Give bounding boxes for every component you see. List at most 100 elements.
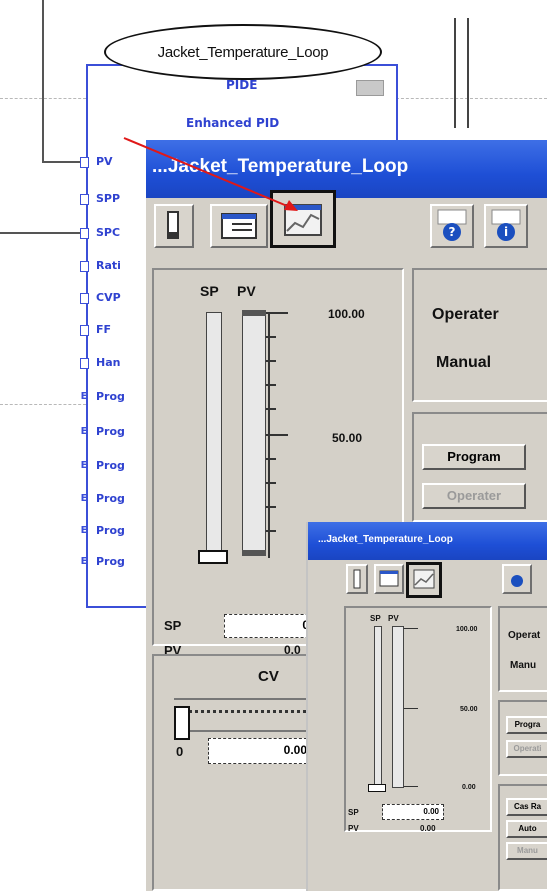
- output-pin-icon[interactable]: E: [80, 557, 88, 567]
- window-list-tab-button[interactable]: [210, 204, 268, 248]
- trend-chart-icon: [284, 204, 322, 236]
- pin-label: Prog: [96, 390, 125, 403]
- small-sp-value-field[interactable]: 0.00: [382, 804, 444, 820]
- scale-mid-label: 50.00: [332, 431, 363, 445]
- operator-button[interactable]: Operater: [422, 483, 526, 509]
- faceplate-title: ...Jacket_Temperature_Loop: [152, 156, 409, 177]
- auto-button[interactable]: Auto: [506, 820, 547, 838]
- scale-tick: [266, 506, 276, 508]
- rung-wire-vertical: [42, 0, 44, 162]
- grid-dash: [0, 98, 86, 99]
- trend-chart-icon: [413, 569, 435, 589]
- ladder-rail: [467, 18, 469, 128]
- svg-text:i: i: [504, 225, 508, 239]
- small-mode-panel: [498, 606, 547, 692]
- small-scale-tick: [404, 786, 418, 787]
- pin-label: Prog: [96, 555, 125, 568]
- small-scale-tick: [404, 708, 418, 709]
- help-button[interactable]: ?: [430, 204, 474, 248]
- spc-input-wire: [0, 232, 82, 234]
- info-button[interactable]: i: [484, 204, 528, 248]
- tag-name-oval[interactable]: Jacket_Temperature_Loop: [104, 24, 382, 80]
- pin-label: Prog: [96, 492, 125, 505]
- sp-slider-handle[interactable]: [198, 550, 228, 564]
- rung-wire-horizontal: [42, 161, 82, 163]
- small-scale-min: 0.00: [462, 784, 476, 791]
- info-icon: i: [491, 209, 521, 241]
- cv-value-field[interactable]: 0.00: [208, 738, 312, 764]
- pv-bar-bottom: [242, 550, 266, 556]
- small-help-button[interactable]: [502, 564, 532, 594]
- output-pin-icon[interactable]: E: [80, 427, 88, 437]
- small-trend-tab-button[interactable]: [406, 562, 442, 598]
- pin-label: Prog: [96, 524, 125, 537]
- pin-label: FF: [96, 323, 112, 336]
- mode-panel: [412, 268, 547, 402]
- small-sp-bar: [374, 626, 382, 786]
- scale-max-label: 100.00: [328, 307, 365, 321]
- small-scale-tick: [404, 628, 418, 629]
- small-pv-bar: [392, 626, 404, 788]
- scale-tick: [266, 336, 276, 338]
- pin-label: PV: [96, 155, 113, 168]
- pin-connector[interactable]: [80, 194, 89, 205]
- output-pin-icon[interactable]: E: [80, 392, 88, 402]
- small-mode-line-1: Operat: [508, 630, 541, 641]
- small-mode-line-2: Manu: [510, 660, 537, 671]
- small-sp-slider-handle[interactable]: [368, 784, 386, 792]
- pin-connector[interactable]: [80, 261, 89, 272]
- scale-tick: [266, 530, 276, 532]
- faceplate-launch-button[interactable]: [356, 80, 384, 96]
- window-list-icon: [221, 213, 257, 239]
- program-button[interactable]: Program: [422, 444, 526, 470]
- cas-ratio-button[interactable]: Cas Ra: [506, 798, 547, 816]
- cv-zero-label: 0: [176, 744, 184, 759]
- small-scale-max: 100.00: [456, 626, 478, 633]
- faceplate-titlebar[interactable]: ...Jacket_Temperature_Loop: [146, 140, 547, 198]
- pin-label: Prog: [96, 459, 125, 472]
- grid-dash: [0, 404, 86, 405]
- block-description: Enhanced PID: [186, 116, 280, 130]
- manual-button[interactable]: Manu: [506, 842, 547, 860]
- small-sp-readout-label: SP: [348, 808, 359, 817]
- cv-label: CV: [258, 668, 279, 685]
- pin-label: SPP: [96, 192, 121, 205]
- pv-bar: [242, 310, 266, 556]
- pin-label: CVP: [96, 291, 121, 304]
- block-type: PIDE: [226, 78, 258, 92]
- output-pin-icon[interactable]: E: [80, 461, 88, 471]
- scale-tick: [266, 384, 276, 386]
- cv-slider-handle[interactable]: [174, 706, 190, 740]
- small-bargraph-panel: [344, 606, 492, 832]
- output-pin-icon[interactable]: E: [80, 494, 88, 504]
- pv-bar-top: [242, 310, 266, 316]
- small-scale-mid: 50.00: [460, 706, 478, 713]
- pin-connector[interactable]: [80, 358, 89, 369]
- small-window-list-tab-button[interactable]: [374, 564, 404, 594]
- pin-label: Prog: [96, 425, 125, 438]
- small-titlebar[interactable]: ...Jacket_Temperature_Loop: [308, 522, 547, 560]
- small-program-button[interactable]: Progra: [506, 716, 547, 734]
- pin-connector[interactable]: [80, 325, 89, 336]
- svg-text:?: ?: [449, 225, 456, 239]
- sp-readout-label: SP: [164, 618, 182, 633]
- output-pin-icon[interactable]: E: [80, 526, 88, 536]
- small-title: ...Jacket_Temperature_Loop: [318, 534, 453, 545]
- pin-connector[interactable]: [80, 157, 89, 168]
- pin-connector[interactable]: [80, 228, 89, 239]
- small-operator-button[interactable]: Operati: [506, 740, 547, 758]
- pin-connector[interactable]: [80, 293, 89, 304]
- trend-tab-button[interactable]: [270, 190, 336, 248]
- pin-label: Han: [96, 356, 121, 369]
- pin-label: Rati: [96, 259, 121, 272]
- tag-name: Jacket_Temperature_Loop: [157, 43, 329, 61]
- mode-line-1: Operater: [432, 306, 499, 323]
- small-tuning-tab-button[interactable]: [346, 564, 368, 594]
- mode-line-2: Manual: [436, 354, 492, 371]
- tuning-tab-button[interactable]: [154, 204, 194, 248]
- scale-tick: [266, 434, 288, 436]
- pin-label: SPC: [96, 226, 121, 239]
- window-list-icon: [379, 570, 399, 587]
- ladder-rail: [454, 18, 456, 128]
- help-icon: [511, 575, 523, 587]
